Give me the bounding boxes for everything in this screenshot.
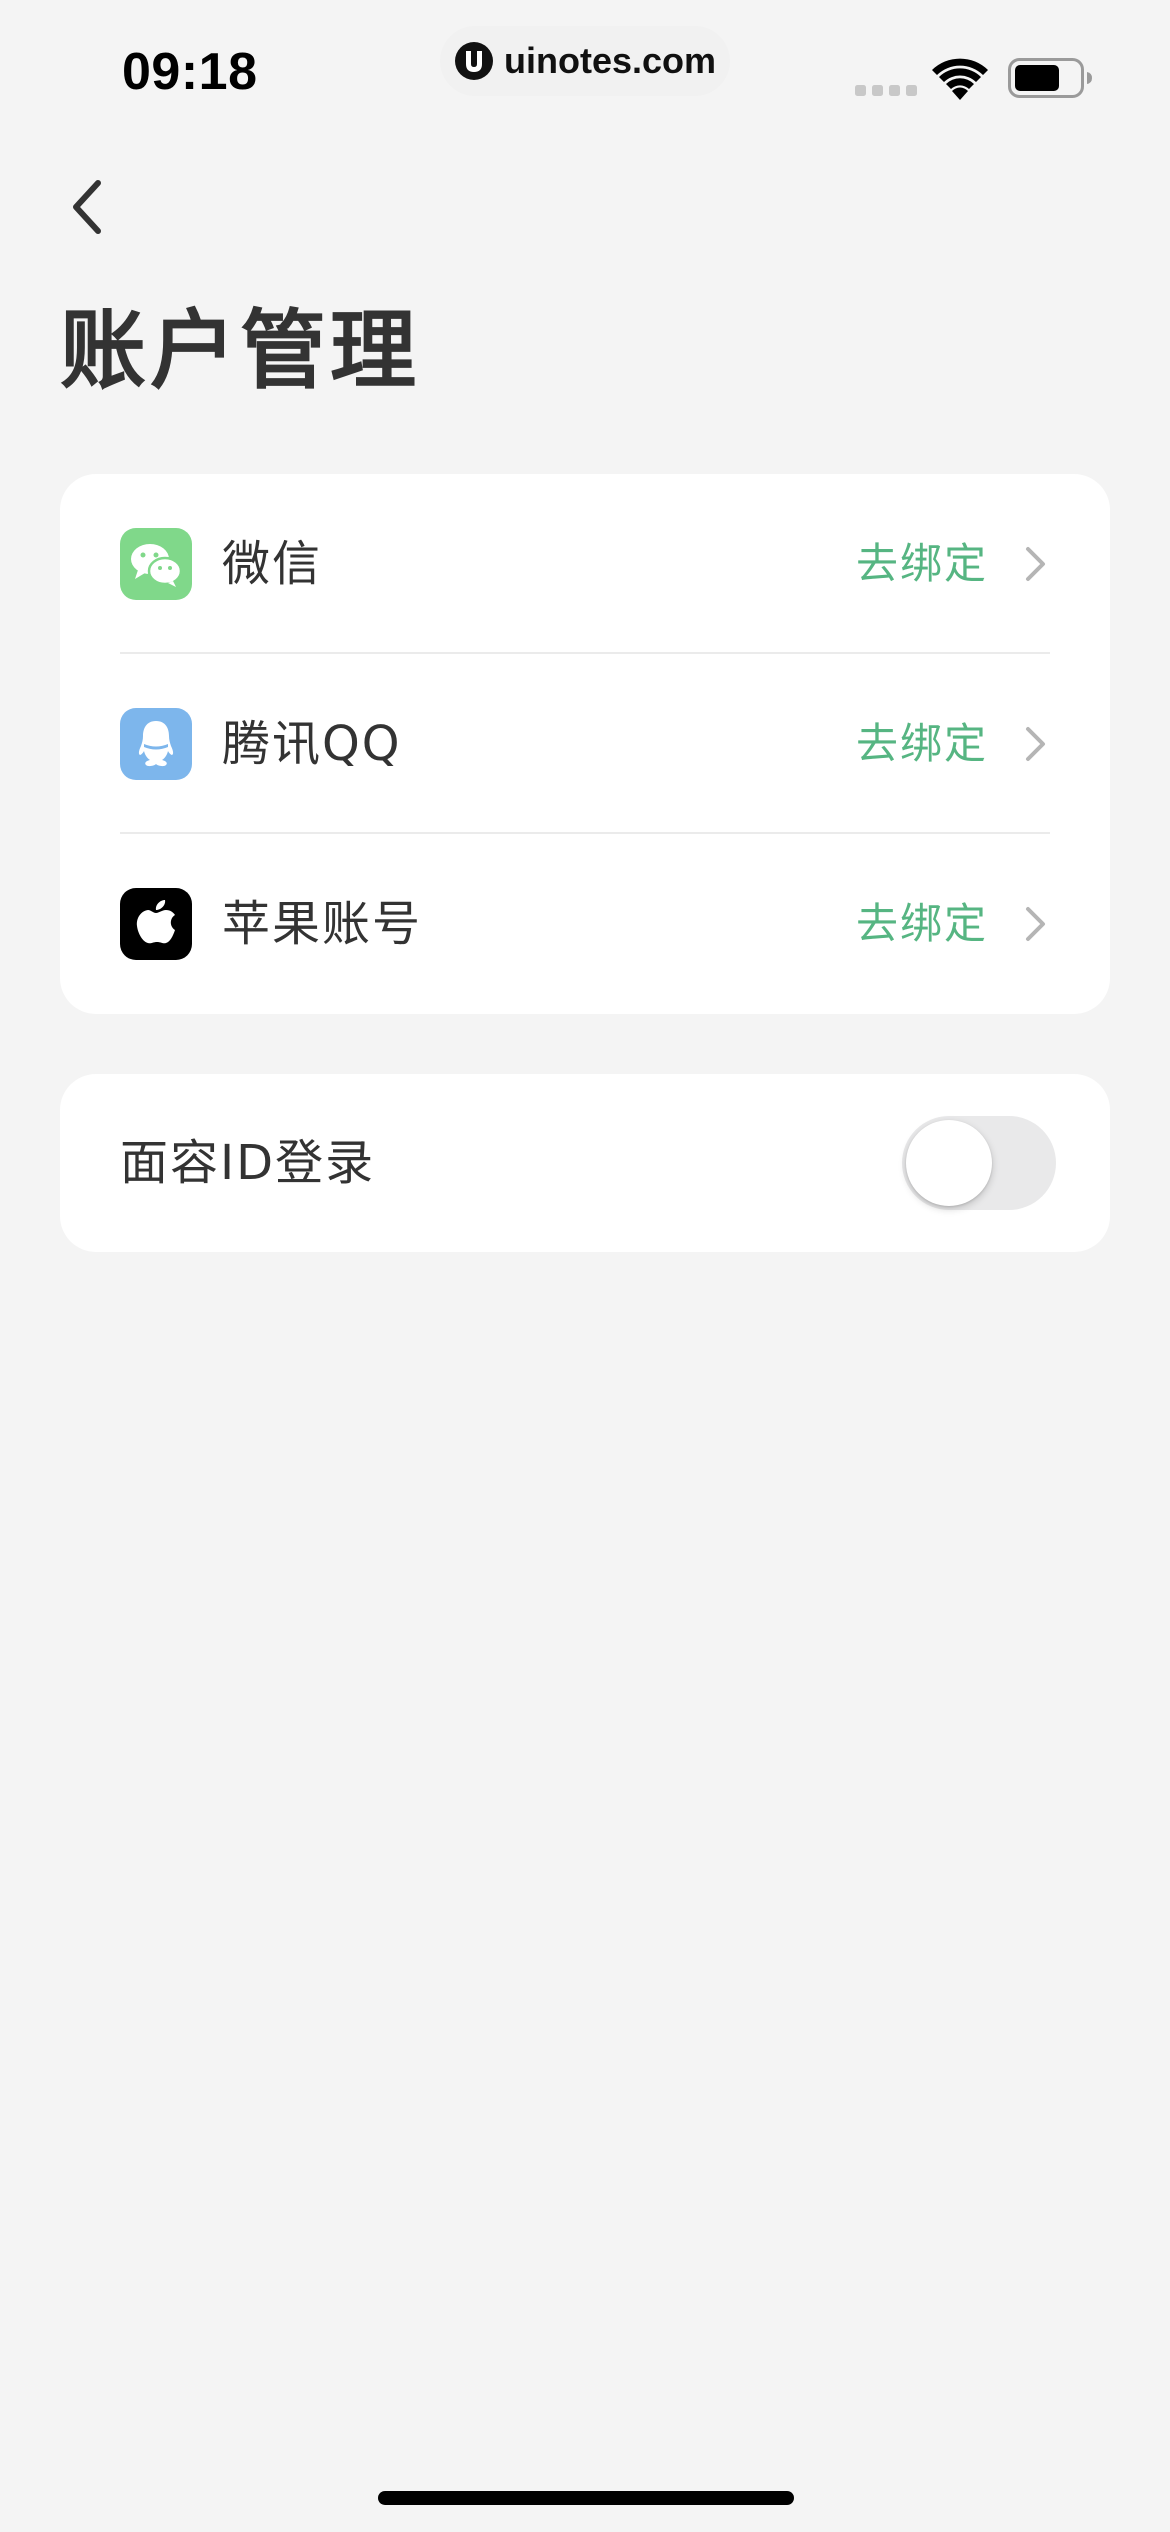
uinotes-logo-icon <box>454 42 493 80</box>
page-title: 账户管理 <box>60 301 420 401</box>
account-row-qq[interactable]: 腾讯QQ 去绑定 <box>60 654 1110 834</box>
chevron-right-icon <box>1026 907 1045 941</box>
account-name: 苹果账号 <box>222 896 423 952</box>
face-id-label: 面容ID登录 <box>120 1135 376 1191</box>
watermark-text: uinotes.com <box>503 40 717 81</box>
back-button[interactable] <box>56 172 116 242</box>
account-binding-card: 微信 去绑定 腾讯QQ 去绑定 苹果账号 去绑定 <box>60 474 1110 1014</box>
account-name: 微信 <box>222 536 323 592</box>
watermark-badge: uinotes.com <box>440 26 730 96</box>
account-row-wechat[interactable]: 微信 去绑定 <box>60 474 1110 654</box>
face-id-card: 面容ID登录 <box>60 1074 1110 1252</box>
cellular-signal-icon <box>855 85 917 96</box>
face-id-toggle[interactable] <box>902 1116 1056 1210</box>
qq-icon <box>120 708 192 780</box>
chevron-right-icon <box>1026 727 1045 761</box>
battery-icon <box>1008 58 1092 98</box>
bind-action-label[interactable]: 去绑定 <box>856 654 988 834</box>
home-indicator[interactable] <box>378 2491 794 2505</box>
bind-action-label[interactable]: 去绑定 <box>856 474 988 654</box>
account-name: 腾讯QQ <box>222 716 402 772</box>
apple-icon <box>120 888 192 960</box>
account-row-apple[interactable]: 苹果账号 去绑定 <box>60 834 1110 1014</box>
chevron-right-icon <box>1026 547 1045 581</box>
bind-action-label[interactable]: 去绑定 <box>856 834 988 1014</box>
wifi-icon <box>932 58 988 100</box>
toggle-knob <box>906 1120 992 1206</box>
status-bar-time: 09:18 <box>122 43 258 101</box>
wechat-icon <box>120 528 192 600</box>
chevron-left-icon <box>73 180 101 234</box>
